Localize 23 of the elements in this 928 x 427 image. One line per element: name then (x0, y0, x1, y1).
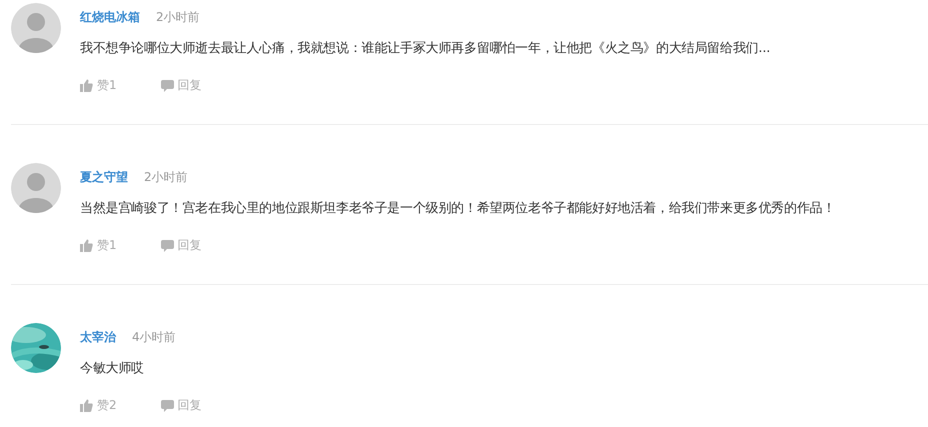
reply-button[interactable]: 回复 (160, 396, 202, 414)
reply-button[interactable]: 回复 (160, 236, 202, 254)
comment-text: 我不想争论哪位大师逝去最让人心痛，我就想说：谁能让手冢大师再多留哪怕一年，让他把《火之鸟》的大结局留给我们... (80, 40, 770, 58)
like-button[interactable]: 赞1 (80, 236, 117, 254)
comment-text: 当然是宫崎骏了！宫老在我心里的地位跟斯坦李老爷子是一个级别的！希望两位老爷子都能好好地活着，给我们带来更多优秀的作品！ (80, 200, 836, 218)
thumbs-up-icon (80, 78, 93, 92)
speech-bubble-icon (160, 398, 174, 412)
username-link[interactable]: 红烧电冰箱 (80, 8, 140, 26)
speech-bubble-icon (160, 78, 174, 92)
avatar-icon (11, 163, 61, 213)
thumbs-up-icon (80, 398, 93, 412)
timestamp: 2小时前 (156, 8, 200, 26)
like-button[interactable]: 赞1 (80, 76, 117, 94)
timestamp: 4小时前 (132, 328, 176, 346)
username-link[interactable]: 夏之守望 (80, 168, 128, 186)
thumbs-up-icon (80, 238, 93, 252)
username-link[interactable]: 太宰治 (80, 328, 116, 346)
timestamp: 2小时前 (144, 168, 188, 186)
like-button[interactable]: 赞2 (80, 396, 117, 414)
reply-button[interactable]: 回复 (160, 76, 202, 94)
comment-text: 今敏大师哎 (80, 360, 146, 378)
speech-bubble-icon (160, 238, 174, 252)
avatar-icon (11, 3, 61, 53)
